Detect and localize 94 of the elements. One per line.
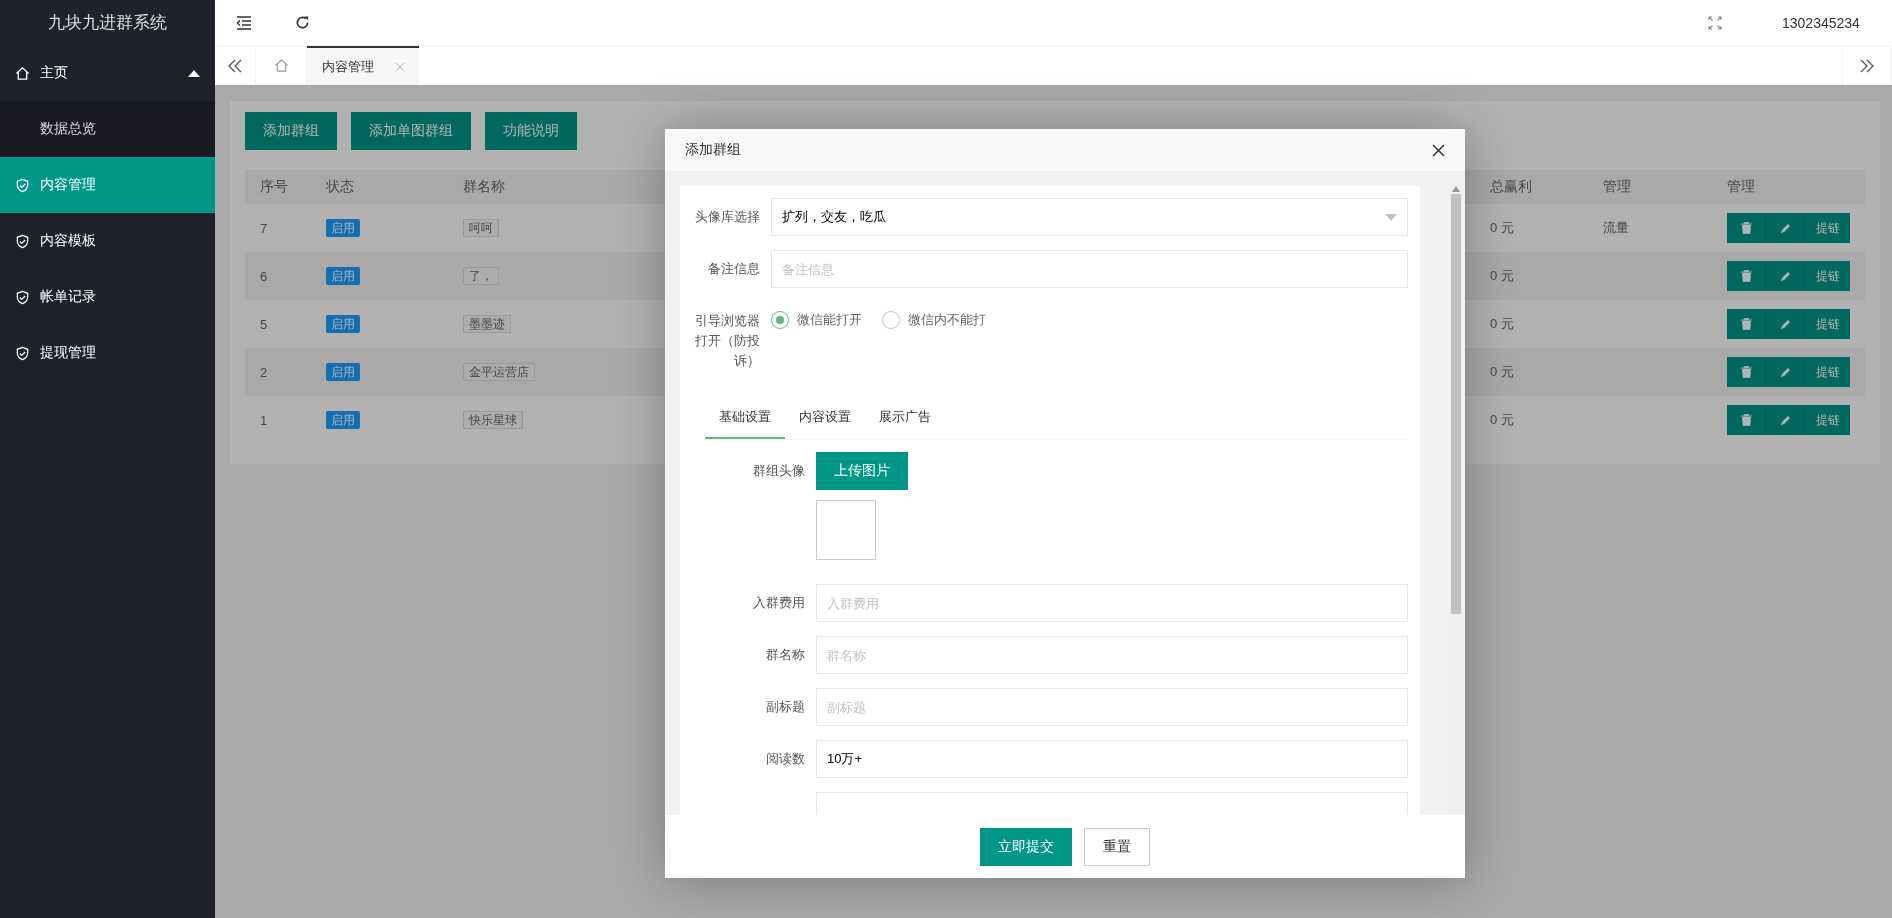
group-name-tag: 快乐星球 (463, 410, 523, 429)
sidebar-item[interactable]: 提现管理 (0, 325, 215, 381)
status-badge: 启用 (326, 362, 360, 381)
column-header: 群名称 (463, 178, 505, 194)
form-tab[interactable]: 展示广告 (865, 397, 945, 440)
field-label: 备注信息 (707, 260, 761, 278)
status-badge: 启用 (326, 218, 360, 237)
edit-button[interactable] (1766, 357, 1805, 387)
table-cell: 0 元 (1490, 268, 1514, 283)
caret-down-icon (1385, 213, 1397, 221)
edit-button[interactable] (1766, 309, 1805, 339)
sidebar-item[interactable]: 内容模板 (0, 213, 215, 269)
edit-button[interactable] (1766, 405, 1805, 435)
double-chevron-right-icon[interactable] (1860, 58, 1874, 73)
group-name-tag: 墨墨迹 (463, 314, 511, 333)
table-cell: 7 (260, 220, 268, 236)
double-chevron-left-icon[interactable] (228, 58, 242, 73)
refresh-icon[interactable] (294, 15, 310, 30)
reset-button[interactable]: 重置 (1084, 827, 1150, 866)
table-cell: 0 元 (1490, 364, 1514, 379)
form-tab[interactable]: 基础设置 (705, 397, 785, 440)
upload-button[interactable]: 上传图片 (816, 452, 908, 491)
status-badge: 启用 (326, 314, 360, 333)
scroll-up-arrow-icon[interactable] (1452, 186, 1460, 192)
trash-icon (1740, 222, 1752, 234)
fullscreen-icon[interactable] (1708, 15, 1722, 30)
close-icon[interactable] (1432, 143, 1445, 157)
table-cell: 2 (260, 364, 268, 380)
column-header: 总赢利 (1490, 178, 1532, 194)
table-cell: 流量 (1603, 220, 1629, 235)
image-preview (816, 500, 876, 561)
field-label: 群组头像 (752, 462, 806, 481)
group-name-tag: 金平运营店 (463, 362, 535, 381)
input-field[interactable]: 10万+ (816, 740, 1408, 779)
column-header: 管理 (1727, 178, 1755, 194)
pencil-icon (1779, 270, 1791, 282)
scrollbar[interactable] (1451, 194, 1461, 614)
radio-option[interactable]: 微信能打开 (771, 311, 862, 329)
shield-check-icon (15, 177, 30, 193)
edit-button[interactable] (1766, 261, 1805, 291)
shield-check-icon (15, 289, 30, 305)
table-cell: 1 (260, 412, 268, 428)
dialog-title: 添加群组 (685, 141, 741, 159)
column-header: 序号 (260, 178, 288, 194)
table-cell: 6 (260, 268, 268, 284)
shield-check-icon (15, 345, 30, 361)
input-field[interactable]: 群名称 (816, 636, 1408, 675)
form-tab[interactable]: 内容设置 (785, 397, 865, 440)
pencil-icon (1779, 366, 1791, 378)
delete-button[interactable] (1727, 261, 1766, 291)
table-cell: 0 元 (1490, 220, 1514, 235)
sidebar-subitem[interactable]: 数据总览 (0, 101, 215, 157)
radio-option[interactable]: 微信内不能打 (882, 311, 986, 329)
pencil-icon (1779, 414, 1791, 426)
sidebar-item[interactable]: 内容管理 (0, 157, 215, 213)
trash-icon (1740, 270, 1752, 282)
shield-check-icon (15, 233, 30, 249)
sidebar-item[interactable]: 主页 (0, 45, 215, 101)
status-badge: 启用 (326, 266, 360, 285)
pencil-icon (1779, 318, 1791, 330)
field-label: 群名称 (765, 646, 806, 665)
select-field[interactable]: 扩列，交友，吃瓜 (771, 198, 1408, 236)
delete-button[interactable] (1727, 309, 1766, 339)
field-label: 入群费用 (752, 594, 806, 613)
home-icon (15, 65, 30, 81)
column-header: 管理 (1603, 178, 1631, 194)
delete-button[interactable] (1727, 357, 1766, 387)
pencil-icon (1779, 222, 1791, 234)
page-tab[interactable]: 内容管理 (307, 46, 419, 85)
menu-collapse-icon[interactable] (236, 15, 252, 30)
trash-icon (1740, 318, 1752, 330)
delete-button[interactable] (1727, 405, 1766, 435)
app-title: 九块九进群系统 (47, 12, 168, 34)
column-header: 状态 (326, 178, 354, 194)
field-label: 头像库选择 (694, 208, 761, 226)
input-field[interactable]: 入群费用 (816, 584, 1408, 623)
submit-button[interactable]: 立即提交 (980, 827, 1072, 866)
trash-icon (1740, 366, 1752, 378)
table-cell: 0 元 (1490, 316, 1514, 331)
field-label: 引导浏览器打开（防投诉） (694, 312, 761, 371)
delete-button[interactable] (1727, 213, 1766, 243)
trash-icon (1740, 414, 1752, 426)
table-cell: 5 (260, 316, 268, 332)
input-field[interactable]: 备注信息 (771, 250, 1408, 288)
group-name-tag: 呵呵 (463, 218, 499, 237)
edit-button[interactable] (1766, 213, 1805, 243)
home-icon[interactable] (273, 58, 289, 73)
status-badge: 启用 (326, 410, 360, 429)
user-phone[interactable]: 1302345234 (1782, 14, 1892, 31)
field-label: 副标题 (765, 698, 806, 717)
table-cell: 0 元 (1490, 412, 1514, 427)
sidebar-item[interactable]: 帐单记录 (0, 269, 215, 325)
group-name-tag: 了， (463, 266, 499, 285)
field-label: 阅读数 (765, 750, 806, 769)
